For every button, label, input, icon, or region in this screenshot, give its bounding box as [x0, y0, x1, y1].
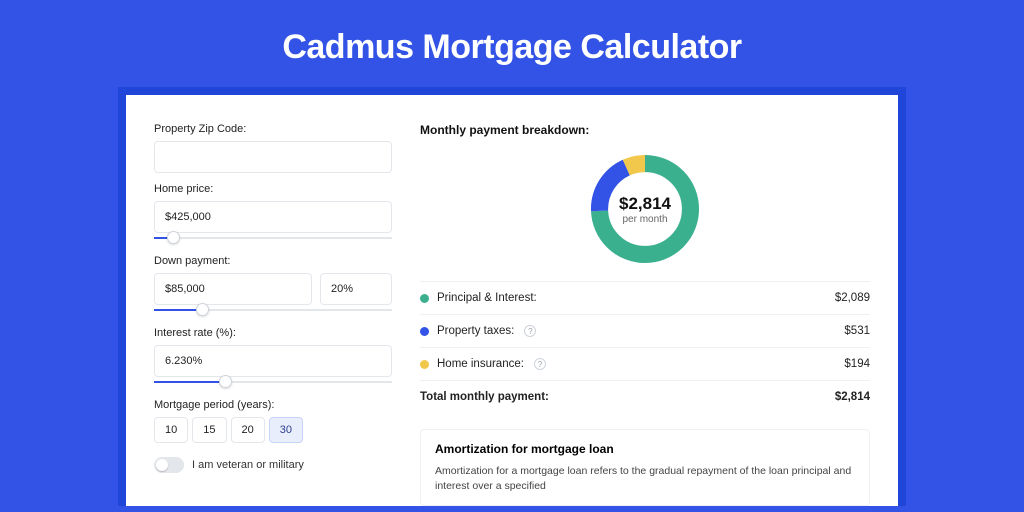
- down-pct-input[interactable]: [320, 273, 392, 305]
- rate-label: Interest rate (%):: [154, 327, 392, 339]
- period-button-10[interactable]: 10: [154, 417, 188, 443]
- breakdown-list: Principal & Interest: $2,089 Property taxe…: [420, 281, 870, 413]
- down-label: Down payment:: [154, 255, 392, 267]
- donut-amount: $2,814: [619, 194, 671, 214]
- price-field: Home price:: [154, 183, 392, 245]
- donut-center: $2,814 per month: [585, 149, 705, 269]
- veteran-label: I am veteran or military: [192, 459, 304, 471]
- zip-label: Property Zip Code:: [154, 123, 392, 135]
- breakdown-value: $2,089: [835, 292, 870, 304]
- price-label: Home price:: [154, 183, 392, 195]
- price-slider[interactable]: [154, 231, 392, 245]
- legend-dot-icon: [420, 360, 429, 369]
- period-button-30[interactable]: 30: [269, 417, 303, 443]
- breakdown-row: Home insurance:? $194: [420, 348, 870, 381]
- price-input[interactable]: [154, 201, 392, 233]
- total-value: $2,814: [835, 391, 870, 403]
- amortization-body: Amortization for a mortgage loan refers …: [435, 464, 855, 493]
- period-label: Mortgage period (years):: [154, 399, 392, 411]
- legend-dot-icon: [420, 294, 429, 303]
- breakdown-label: Property taxes:: [437, 325, 514, 337]
- calculator-card: Property Zip Code: Home price: Down paym…: [126, 95, 898, 506]
- breakdown-value: $531: [844, 325, 870, 337]
- donut-chart-area: $2,814 per month: [420, 145, 870, 281]
- page-title: Cadmus Mortgage Calculator: [0, 0, 1024, 87]
- form-panel: Property Zip Code: Home price: Down paym…: [154, 123, 392, 506]
- amortization-box: Amortization for mortgage loan Amortizat…: [420, 429, 870, 506]
- card-outer: Property Zip Code: Home price: Down paym…: [118, 87, 906, 506]
- zip-input[interactable]: [154, 141, 392, 173]
- breakdown-value: $194: [844, 358, 870, 370]
- legend-dot-icon: [420, 327, 429, 336]
- down-input[interactable]: [154, 273, 312, 305]
- breakdown-row: Property taxes:? $531: [420, 315, 870, 348]
- period-buttons: 10152030: [154, 417, 392, 443]
- breakdown-label: Home insurance:: [437, 358, 524, 370]
- breakdown-row: Principal & Interest: $2,089: [420, 282, 870, 315]
- breakdown-label: Principal & Interest:: [437, 292, 537, 304]
- down-field: Down payment:: [154, 255, 392, 317]
- rate-slider[interactable]: [154, 375, 392, 389]
- breakdown-total-row: Total monthly payment: $2,814: [420, 381, 870, 413]
- rate-input[interactable]: [154, 345, 392, 377]
- period-button-20[interactable]: 20: [231, 417, 265, 443]
- info-icon[interactable]: ?: [534, 358, 546, 370]
- down-slider[interactable]: [154, 303, 392, 317]
- amortization-title: Amortization for mortgage loan: [435, 442, 855, 456]
- breakdown-title: Monthly payment breakdown:: [420, 123, 870, 137]
- period-button-15[interactable]: 15: [192, 417, 226, 443]
- info-icon[interactable]: ?: [524, 325, 536, 337]
- veteran-toggle[interactable]: [154, 457, 184, 473]
- period-field: Mortgage period (years): 10152030: [154, 399, 392, 443]
- total-label: Total monthly payment:: [420, 391, 549, 403]
- donut-chart: $2,814 per month: [585, 149, 705, 269]
- results-panel: Monthly payment breakdown: $2,814 per mo…: [420, 123, 870, 506]
- veteran-row: I am veteran or military: [154, 457, 392, 473]
- zip-field: Property Zip Code:: [154, 123, 392, 173]
- rate-field: Interest rate (%):: [154, 327, 392, 389]
- donut-sublabel: per month: [622, 214, 667, 225]
